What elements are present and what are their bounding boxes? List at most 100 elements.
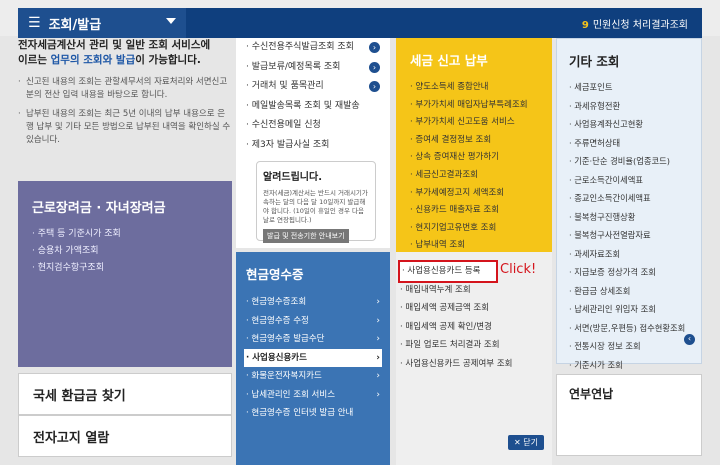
cash-receipt-title[interactable]: 현금영수증 (246, 264, 380, 283)
tax-filing-item[interactable]: 양도소득세 종합안내 (410, 79, 538, 97)
work-incentive-item[interactable]: 승용차 가액조회 (32, 243, 218, 260)
other-lookup-panel: 기타 조회 세금포인트 과세유형전환 사업용계좌신고현황 주류면허상태 기준·단… (556, 38, 702, 370)
other-lookup-item[interactable]: 전통시장 정보 조회 (569, 337, 689, 356)
e-invoice-item[interactable]: 메일발송목록 조회 및 재발송 (246, 97, 380, 117)
other-lookup-item[interactable]: 불복청구사전열람자료 (569, 226, 689, 245)
work-incentive-title[interactable]: 근로장려금 · 자녀장려금 (32, 197, 218, 216)
business-card-register-link[interactable]: 사업용신용카드 등록 (398, 260, 498, 283)
e-invoice-item-label: 제3자 발급사실 조회 (251, 139, 330, 150)
e-invoice-item-label: 메일발송목록 조회 및 재발송 (251, 100, 360, 111)
chevron-right-icon: › (376, 297, 380, 307)
tax-filing-item[interactable]: 증여세 결정정보 조회 (410, 132, 538, 150)
close-submenu-button[interactable]: ✕ 닫기 (508, 435, 544, 450)
cash-receipt-item[interactable]: 화물운전자복지카드 › (246, 367, 380, 386)
other-lookup-item[interactable]: 사업용계좌신고현황 (569, 115, 689, 134)
status-bar: 9 민원신청 처리결과조회 (186, 8, 702, 38)
business-card-submenu-item[interactable]: 매입내역누계 조회 (400, 281, 548, 300)
other-lookup-item[interactable]: 환급금 상세조회 (569, 282, 689, 301)
other-lookup-item[interactable]: 지급보증 정상가격 조회 (569, 263, 689, 282)
top-bar: ☰ 조회/발급 9 민원신청 처리결과조회 (0, 0, 720, 38)
e-invoice-item-label: 수신전용주식발급조회 조회 (251, 42, 354, 52)
intro-title: 전자세금계산서 관리 및 일반 조회 서비스에 이르는 업무의 조회와 발급이 … (18, 38, 232, 68)
intro-section: 전자세금계산서 관리 및 일반 조회 서비스에 이르는 업무의 조회와 발급이 … (18, 38, 232, 178)
tax-filing-item[interactable]: 부가세예정고지 세액조회 (410, 185, 538, 203)
other-lookup-title[interactable]: 기타 조회 (569, 51, 689, 70)
business-credit-card-item[interactable]: 사업용신용카드 › (244, 348, 382, 367)
notice-title: 알려드립니다. (263, 172, 322, 183)
other-lookup-item[interactable]: 기준시가 조회 (569, 356, 689, 375)
business-card-submenu-item[interactable]: 사업용신용카드 공제여부 조회 (400, 355, 548, 374)
civil-result-link[interactable]: 9 민원신청 처리결과조회 (582, 16, 688, 31)
cash-receipt-item[interactable]: 현금영수증 발급수단 › (246, 330, 380, 349)
e-invoice-item[interactable]: 수신전용주식발급조회 조회 › (246, 38, 380, 58)
cash-receipt-item[interactable]: 현금영수증 수정 › (246, 312, 380, 331)
chevron-right-icon: › (376, 315, 380, 326)
tax-filing-item[interactable]: 부가가치세 신고도움 서비스 (410, 114, 538, 132)
installment-payment-button[interactable]: 연부연납 (556, 374, 702, 456)
collapse-icon[interactable]: ‹ (684, 334, 695, 345)
tax-filing-item[interactable]: 세금신고결과조회 (410, 167, 538, 185)
e-invoice-item-label: 거래처 및 품목관리 (251, 81, 324, 91)
civil-result-count: 9 (581, 20, 589, 31)
menu-title: 조회/발급 (48, 17, 102, 33)
tax-filing-item[interactable]: 부가가치세 매입자납부특례조회 (410, 97, 538, 115)
work-incentive-item[interactable]: 주택 등 기준시가 조회 (32, 226, 218, 243)
e-invoice-item[interactable]: 발급보류/예정목록 조회 › (246, 58, 380, 78)
chevron-down-icon (166, 18, 176, 24)
other-lookup-item[interactable]: 세금포인트 (569, 78, 689, 97)
chevron-right-icon: › (376, 389, 380, 400)
chevron-right-icon: › (376, 352, 380, 363)
intro-title-post: 이 가능합니다. (135, 54, 201, 66)
tax-filing-panel: 세금 신고 납부 양도소득세 종합안내 부가가치세 매입자납부특례조회 부가가치… (396, 38, 552, 252)
business-card-submenu: 사업용신용카드 등록 매입내역누계 조회 매입세액 공제금액 조회 매입세액 공… (396, 252, 552, 465)
e-invoice-item[interactable]: 제3자 발급사실 조회 (246, 136, 380, 156)
other-lookup-item[interactable]: 종교인소득간이세액표 (569, 189, 689, 208)
business-card-submenu-item[interactable]: 파일 업로드 처리결과 조회 (400, 336, 548, 355)
civil-result-label: 민원신청 처리결과조회 (592, 20, 688, 31)
menu-dropdown[interactable]: ☰ 조회/발급 (18, 8, 186, 38)
other-lookup-item[interactable]: 납세관리인 위임자 조회 (569, 300, 689, 319)
click-annotation: Click! (500, 262, 537, 277)
business-card-submenu-item[interactable]: 매입세액 공제 확인/변경 (400, 318, 548, 337)
chevron-right-icon: › (369, 61, 380, 73)
cash-receipt-item-label: 현금영수증조회 (251, 297, 307, 307)
e-invoice-item[interactable]: 거래처 및 품목관리 › (246, 77, 380, 97)
tax-filing-title[interactable]: 세금 신고 납부 (410, 50, 538, 69)
tax-filing-item[interactable]: 현지기업고유번호 조회 (410, 220, 538, 238)
other-lookup-item[interactable]: 과세유형전환 (569, 97, 689, 116)
e-invoice-item-label: 발급보류/예정목록 조회 (251, 61, 341, 72)
refund-search-button[interactable]: 국세 환급금 찾기 (18, 373, 232, 415)
cash-receipt-item-label: 현금영수증 수정 (251, 315, 309, 326)
e-invoice-item-label: 수신전용메일 신청 (251, 120, 321, 130)
other-lookup-item[interactable]: 과세자료조회 (569, 245, 689, 264)
work-incentive-panel: 근로장려금 · 자녀장려금 주택 등 기준시가 조회 승용차 가액조회 현지검수… (18, 181, 232, 367)
cash-receipt-item-label: 사업용신용카드 (252, 352, 307, 363)
tax-filing-item[interactable]: 상속 증여재산 평가하기 (410, 149, 538, 167)
work-incentive-item[interactable]: 현지검수항구조회 (32, 260, 218, 277)
other-lookup-item[interactable]: 근로소득간이세액표 (569, 171, 689, 190)
other-lookup-item[interactable]: 서면(방문,우편등) 접수현황조회 (569, 319, 689, 338)
cash-receipt-panel: 현금영수증 현금영수증조회 › 현금영수증 수정 › 현금영수증 발급수단 › 사업용… (236, 252, 390, 465)
cash-receipt-item-label: 납세관리인 조회 서비스 (251, 389, 336, 400)
close-label: 닫기 (523, 438, 538, 447)
enotice-view-button[interactable]: 전자고지 열람 (18, 415, 232, 457)
other-lookup-item[interactable]: 기준·단순 경비율(업종코드) (569, 152, 689, 171)
e-invoice-item[interactable]: 수신전용메일 신청 (246, 116, 380, 136)
close-icon: ✕ (514, 438, 521, 447)
cash-receipt-item-label: 현금영수증 발급수단 (251, 334, 325, 344)
e-invoice-panel: 수신전용주식발급조회 조회 › 발급보류/예정목록 조회 › 거래처 및 품목관리 ›… (236, 38, 390, 248)
cash-receipt-item[interactable]: 납세관리인 조회 서비스 › (246, 386, 380, 405)
intro-title-pre: 이르는 (18, 54, 51, 66)
intro-item: 신고된 내용의 조회는 관할세무서의 자료처리와 서면신고분의 전산 입력 내용… (18, 76, 232, 102)
business-card-submenu-item[interactable]: 매입세액 공제금액 조회 (400, 299, 548, 318)
tax-filing-item[interactable]: 신용카드 매출자료 조회 (410, 202, 538, 220)
other-lookup-item[interactable]: 주류면허상태 (569, 134, 689, 153)
chevron-right-icon: › (369, 42, 380, 53)
cash-receipt-item-label: 화물운전자복지카드 (251, 371, 322, 381)
cash-receipt-item[interactable]: 현금영수증조회 › (246, 293, 380, 312)
chevron-right-icon: › (369, 81, 380, 92)
chevron-right-icon: › (376, 371, 380, 381)
cash-receipt-item[interactable]: 현금영수증 인터넷 발급 안내 (246, 404, 380, 423)
deadline-guide-button[interactable]: 발급 및 전송기한 안내보기 (263, 229, 349, 243)
other-lookup-item[interactable]: 불복청구진행상황 (569, 208, 689, 227)
